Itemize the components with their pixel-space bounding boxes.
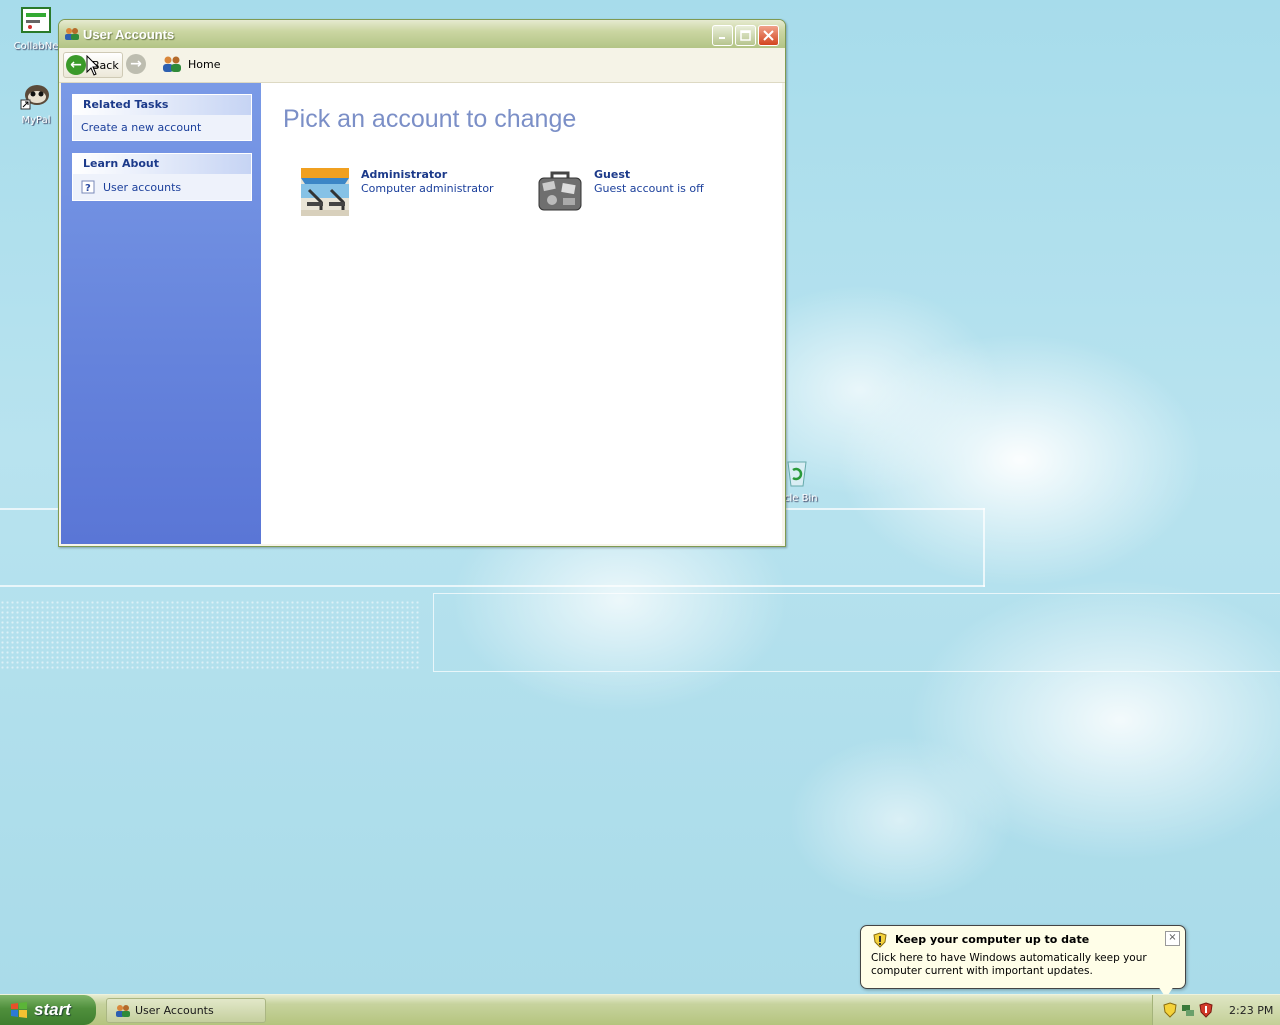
home-users-icon (163, 56, 181, 72)
security-shield-icon (873, 932, 887, 948)
close-icon (763, 30, 774, 41)
security-center-icon[interactable] (1199, 1002, 1213, 1018)
desktop-decoration (0, 600, 420, 670)
user-accounts-icon (116, 1004, 130, 1017)
start-button[interactable]: start (0, 995, 96, 1025)
desktop-icon-label: cle Bin (784, 493, 818, 504)
window-title: User Accounts (83, 27, 175, 42)
related-tasks-panel: Related Tasks Create a new account (72, 94, 252, 141)
maximize-icon (740, 30, 751, 41)
task-pane: Related Tasks Create a new account Learn… (61, 83, 261, 544)
desktop-decoration (0, 585, 985, 587)
windows-logo-icon (11, 1002, 27, 1018)
maximize-button[interactable] (735, 25, 756, 46)
page-title: Pick an account to change (283, 105, 577, 133)
account-name: Administrator (361, 168, 448, 181)
home-label: Home (188, 57, 221, 71)
suitcase-icon (538, 171, 582, 211)
account-guest[interactable]: Guest Guest account is off (536, 168, 704, 216)
system-tray: 2:23 PM (1152, 995, 1280, 1025)
desktop-decoration (983, 508, 985, 587)
balloon-title: Keep your computer up to date (895, 933, 1090, 946)
close-button[interactable] (758, 25, 779, 46)
clock[interactable]: 2:23 PM (1229, 1004, 1273, 1017)
help-icon: ? (81, 180, 95, 194)
forward-button[interactable]: → (126, 52, 146, 76)
account-description: Computer administrator (361, 182, 494, 195)
svg-text:?: ? (85, 183, 91, 194)
update-notification-balloon[interactable]: Keep your computer up to date Click here… (860, 925, 1186, 989)
learn-about-header[interactable]: Learn About (73, 154, 251, 174)
back-arrow-icon: ← (66, 55, 86, 75)
user-accounts-window: User Accounts ← Back → Home Related Task… (58, 19, 786, 547)
minimize-button[interactable] (712, 25, 733, 46)
toolbar: ← Back → Home (59, 48, 785, 83)
mouse-cursor-icon (86, 55, 100, 76)
automatic-updates-icon[interactable] (1163, 1002, 1177, 1018)
beach-chair-icon (301, 168, 349, 216)
collabnet-icon (21, 7, 51, 33)
account-name: Guest (594, 168, 631, 181)
learn-about-panel: Learn About ? User accounts (72, 153, 252, 201)
start-label: start (34, 1000, 71, 1019)
forward-arrow-icon: → (126, 54, 146, 74)
user-accounts-help-link[interactable]: User accounts (103, 181, 181, 194)
taskbar: start User Accounts 2:23 PM (0, 994, 1280, 1025)
taskbar-button-label: User Accounts (135, 1004, 214, 1017)
network-icon[interactable] (1181, 1002, 1195, 1018)
create-account-link[interactable]: Create a new account (81, 121, 201, 134)
desktop-decoration (433, 593, 1280, 672)
related-tasks-header[interactable]: Related Tasks (73, 95, 251, 115)
taskbar-button-user-accounts[interactable]: User Accounts (106, 998, 266, 1023)
user-accounts-icon (65, 28, 79, 40)
account-administrator[interactable]: Administrator Computer administrator (301, 168, 494, 216)
balloon-close-button[interactable]: × (1165, 931, 1180, 946)
home-button[interactable]: Home (161, 52, 220, 76)
mypal-icon (20, 85, 49, 110)
title-bar[interactable]: User Accounts (59, 20, 785, 48)
minimize-icon (719, 37, 725, 39)
account-description: Guest account is off (594, 182, 704, 195)
main-content: Pick an account to change Administrator … (261, 83, 782, 544)
balloon-text: Click here to have Windows automatically… (871, 952, 1147, 977)
